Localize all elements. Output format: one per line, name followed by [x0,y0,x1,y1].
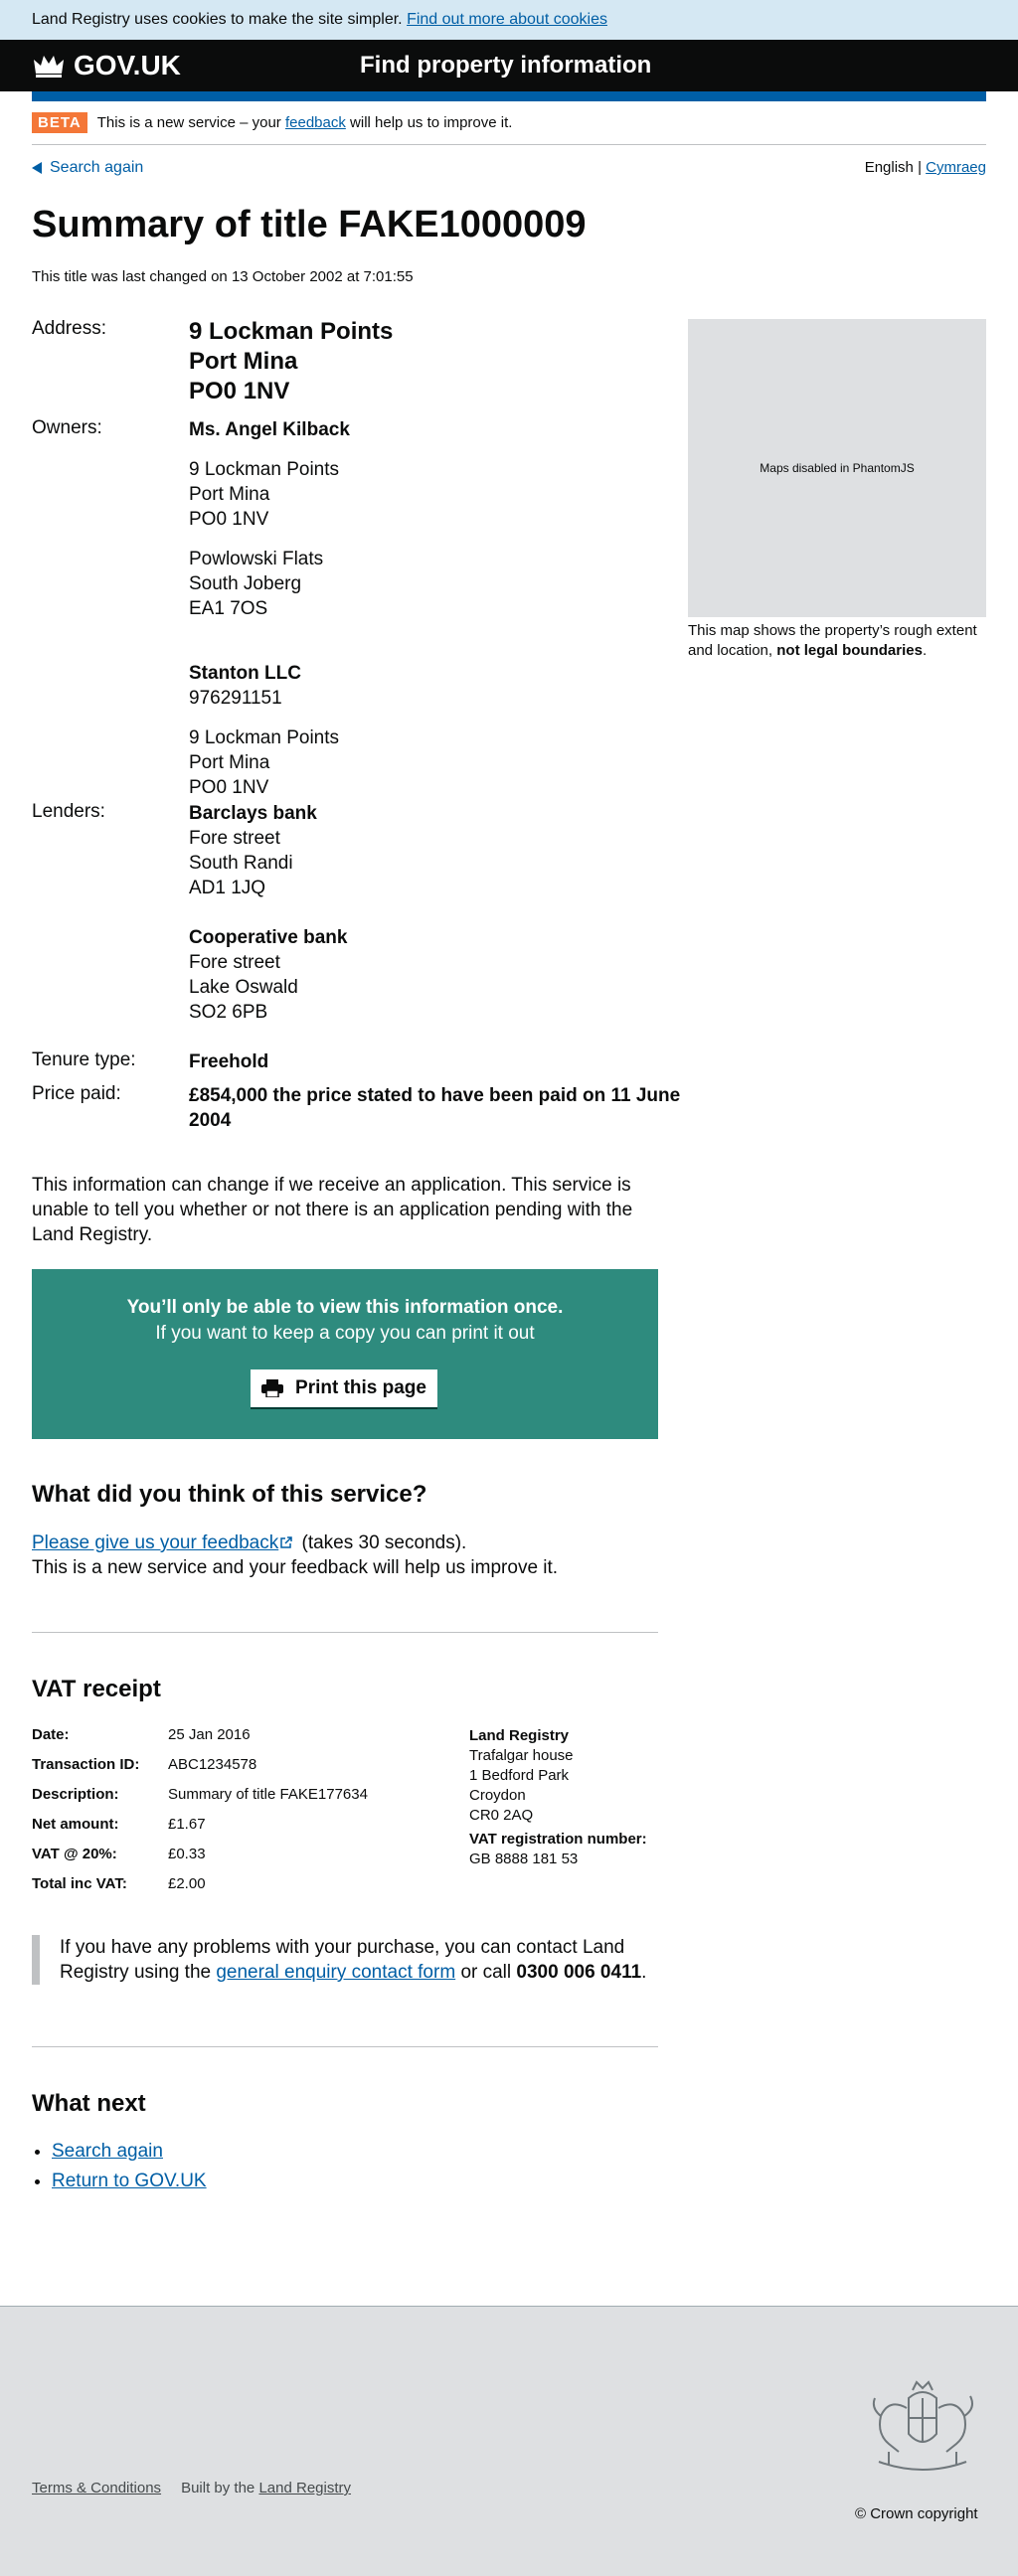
divider [32,1632,658,1633]
owner-name: Ms. Angel Kilback [189,419,350,440]
beta-banner: BETA This is a new service – your feedba… [32,112,512,133]
list-item: Search again [52,2137,207,2167]
map-caption: This map shows the property’s rough exte… [688,622,977,659]
crown-icon [34,56,64,78]
crown-copyright: © Crown copyright [855,2505,978,2522]
feedback-link[interactable]: feedback [285,114,346,131]
what-next-heading: What next [32,2090,146,2117]
terms-link[interactable]: Terms & Conditions [32,2480,161,2496]
last-changed: This title was last changed on 13 Octobe… [32,268,414,285]
lender-address: Fore street Lake Oswald SO2 6PB [189,952,298,1023]
tenure-value: Freehold [189,1051,269,1072]
contact-inset: If you have any problems with your purch… [32,1935,656,1985]
land-registry-address: Land Registry Trafalgar house 1 Bedford … [469,1727,647,1867]
company-number: 976291151 [189,688,282,709]
give-feedback-link[interactable]: Please give us your feedback [32,1532,278,1553]
owner-address: 9 Lockman Points Port Mina PO0 1NV [189,727,340,798]
feedback-heading: What did you think of this service? [32,1481,427,1508]
lenders-label: Lenders: [32,801,105,822]
lang-cymraeg[interactable]: Cymraeg [926,159,986,176]
divider [32,2046,658,2047]
lang-english: English | [864,159,922,176]
vat-row: VAT @ 20%: £0.33 [32,1846,206,1862]
owners-label: Owners: [32,417,102,438]
back-link[interactable]: Search again [32,159,143,177]
search-again-link[interactable]: Search again [50,159,143,177]
print-button[interactable]: Print this page [251,1369,437,1407]
built-by-text: Built by the [181,2480,255,2496]
owners-value: Ms. Angel Kilback 9 Lockman Points Port … [189,417,350,800]
vat-row: Date: 25 Jan 2016 [32,1726,251,1743]
language-switcher: English | Cymraeg [865,159,986,176]
site-header: GOV.UK Find property information [0,40,1018,91]
back-arrow-icon [32,162,42,174]
external-link-icon [280,1536,292,1548]
vat-row: Total inc VAT: £2.00 [32,1875,206,1892]
lender-name: Barclays bank [189,803,317,824]
cookie-link[interactable]: Find out more about cookies [407,11,607,28]
vat-row: Net amount: £1.67 [32,1816,206,1833]
vat-reg-label: VAT registration number: [469,1831,647,1848]
lenders-value: Barclays bank Fore street South Randi AD… [189,801,347,1025]
tenure-label: Tenure type: [32,1049,136,1070]
lender-name: Cooperative bank [189,927,348,948]
property-map: Maps disabled in PhantomJS [688,319,986,617]
divider [32,144,986,145]
vat-heading: VAT receipt [32,1676,161,1702]
search-again-next-link[interactable]: Search again [52,2141,163,2162]
contact-form-link[interactable]: general enquiry contact form [216,1962,455,1983]
info-paragraph: This information can change if we receiv… [32,1175,633,1245]
service-name[interactable]: Find property information [360,52,651,80]
what-next-list: Search again Return to GOV.UK [32,2137,207,2196]
lender-address: Fore street South Randi AD1 1JQ [189,828,293,898]
page-title: Summary of title FAKE1000009 [32,204,587,245]
beta-tag: BETA [32,112,87,133]
address-value: 9 Lockman Points Port Mina PO0 1NV [189,318,394,404]
return-govuk-link[interactable]: Return to GOV.UK [52,2171,207,2191]
vat-row: Description: Summary of title FAKE177634 [32,1786,368,1803]
printer-icon [261,1379,284,1397]
beta-text-end: will help us to improve it. [350,114,513,131]
print-button-label: Print this page [295,1377,426,1398]
cookie-text: Land Registry uses cookies to make the s… [32,11,403,28]
map-placeholder: Maps disabled in PhantomJS [760,461,915,475]
royal-crest-icon [872,2380,973,2471]
address-label: Address: [32,318,106,339]
vat-row: Transaction ID: ABC1234578 [32,1756,257,1773]
print-panel: You’ll only be able to view this informa… [32,1269,658,1439]
list-item: Return to GOV.UK [52,2167,207,2196]
logo-text: GOV.UK [74,50,181,80]
beta-text: This is a new service – your [96,114,281,131]
owner-name: Stanton LLC [189,663,301,684]
land-registry-link[interactable]: Land Registry [258,2480,351,2496]
feedback-section: Please give us your feedback (takes 30 s… [32,1530,558,1580]
govuk-logo[interactable]: GOV.UK [32,50,181,81]
owner-address: Powlowski Flats South Joberg EA1 7OS [189,549,324,619]
vat-reg-number: GB 8888 181 53 [469,1851,579,1867]
site-footer: Terms & Conditions Built by the Land Reg… [0,2306,1018,2576]
price-label: Price paid: [32,1083,121,1104]
feedback-duration: (takes 30 seconds). [301,1532,467,1553]
cookie-banner: Land Registry uses cookies to make the s… [0,0,1018,40]
header-underline [32,91,986,101]
phone-number: 0300 006 0411 [516,1962,642,1983]
print-warning: You’ll only be able to view this informa… [126,1297,564,1318]
feedback-note: This is a new service and your feedback … [32,1557,559,1578]
owner-address: 9 Lockman Points Port Mina PO0 1NV [189,459,340,530]
print-hint: If you want to keep a copy you can print… [155,1323,535,1344]
price-value: £854,000 the price stated to have been p… [189,1085,681,1131]
